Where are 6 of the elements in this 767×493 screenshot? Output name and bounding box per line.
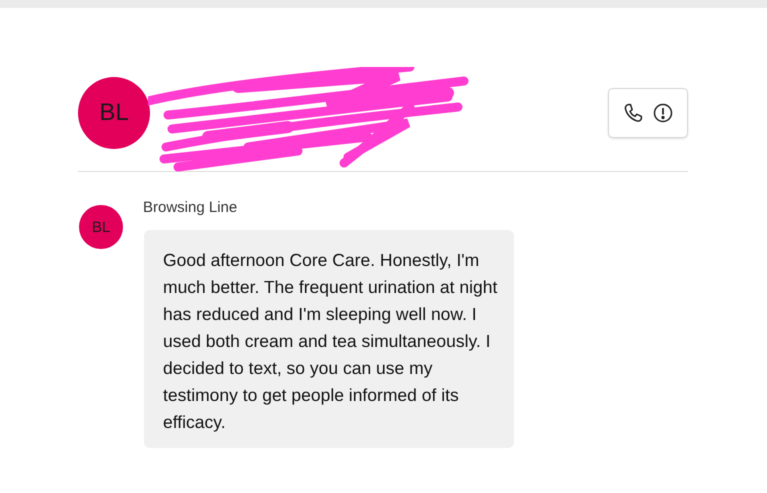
info-icon[interactable] xyxy=(653,103,673,123)
phone-icon[interactable] xyxy=(623,102,643,124)
message-bubble: Good afternoon Core Care. Honestly, I'm much better. The frequent urination at night has reduced and I'm sleeping well now. I used both cream and tea simultaneously. I decided to text, so you can use my testimony to get people informed of its efficacy. xyxy=(144,230,514,448)
sender-avatar: BL xyxy=(79,205,123,249)
sender-name: Browsing Line xyxy=(143,199,238,216)
contact-avatar: BL xyxy=(78,77,150,149)
